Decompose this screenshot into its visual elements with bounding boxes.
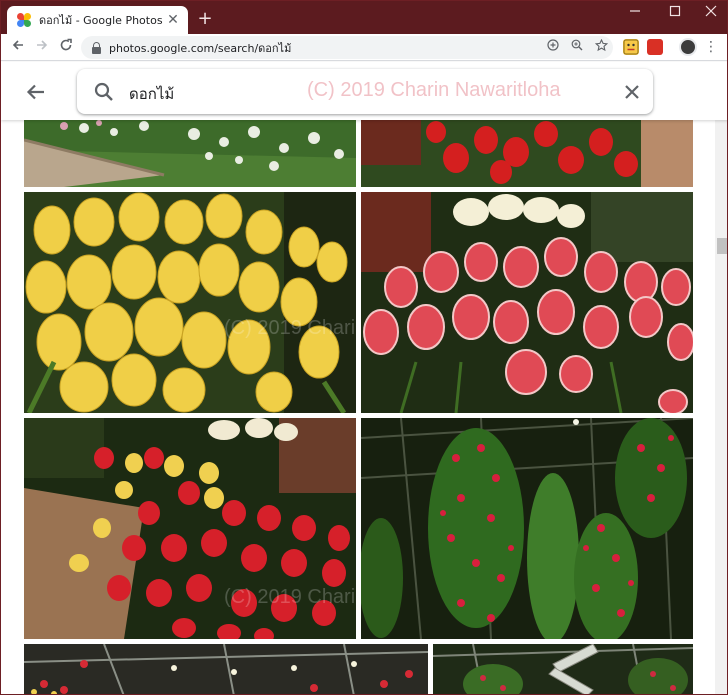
back-arrow-icon[interactable] <box>23 79 49 105</box>
back-button[interactable] <box>8 37 28 57</box>
search-box[interactable]: ดอกไม้ (C) 2019 Charin Nawaritloha <box>77 69 653 114</box>
google-photos-favicon-icon <box>17 13 31 27</box>
tab-title: ดอกไม้ - Google Photos <box>39 14 163 27</box>
add-icon[interactable] <box>545 39 561 55</box>
clear-search-icon[interactable] <box>621 81 643 103</box>
photo-mixed-tulips[interactable]: (C) 2019 Charin Nawaritloha <box>24 418 356 639</box>
browser-menu-icon[interactable]: ⋮ <box>703 38 719 56</box>
close-window-button[interactable] <box>691 1 727 27</box>
lock-icon <box>91 41 103 54</box>
photo-pink-white-tulips[interactable] <box>361 192 693 413</box>
search-input[interactable]: ดอกไม้ <box>129 82 174 106</box>
photo-hanging-flowers[interactable] <box>361 418 693 639</box>
bookmark-star-icon[interactable] <box>593 38 609 55</box>
profile-avatar[interactable] <box>679 38 697 56</box>
page-scrollbar[interactable] <box>715 120 727 694</box>
tab-strip: ดอกไม้ - Google Photos ✕ + <box>1 1 727 34</box>
address-bar[interactable]: photos.google.com/search/ดอกไม้ <box>81 36 613 59</box>
browser-tab[interactable]: ดอกไม้ - Google Photos ✕ <box>7 6 188 34</box>
photo-watermark: (C) 2019 Charin Nawaritloha <box>224 586 356 608</box>
reload-button[interactable] <box>56 37 76 57</box>
photo-greenhouse-right[interactable] <box>433 644 693 694</box>
photo-grid: (C) 2019 Charin Nawaritloha <box>1 120 715 694</box>
minimize-button[interactable] <box>615 1 655 27</box>
browser-window: ดอกไม้ - Google Photos ✕ + photos.google… <box>0 0 728 695</box>
tab-close-icon[interactable]: ✕ <box>166 13 180 27</box>
extension-face-icon[interactable] <box>623 39 639 55</box>
forward-button[interactable] <box>32 37 52 57</box>
zoom-icon[interactable] <box>569 39 585 55</box>
maximize-button[interactable] <box>655 1 695 27</box>
scrollbar-thumb[interactable] <box>717 238 727 254</box>
url-text: photos.google.com/search/ดอกไม้ <box>109 41 292 55</box>
photo-watermark: (C) 2019 Charin Nawaritloha <box>224 317 356 339</box>
search-icon[interactable] <box>93 81 115 103</box>
extension-red-icon[interactable] <box>647 39 663 55</box>
new-tab-button[interactable]: + <box>195 9 215 29</box>
photo-garden-bed[interactable] <box>24 120 356 187</box>
browser-toolbar: photos.google.com/search/ดอกไม้ ⋮ <box>1 34 727 61</box>
copyright-watermark: (C) 2019 Charin Nawaritloha <box>307 79 561 101</box>
photo-yellow-tulips[interactable]: (C) 2019 Charin Nawaritloha <box>24 192 356 413</box>
photo-greenhouse-left[interactable] <box>24 644 428 694</box>
photos-header: ดอกไม้ (C) 2019 Charin Nawaritloha <box>1 62 727 120</box>
photo-red-tulips-top[interactable] <box>361 120 693 187</box>
